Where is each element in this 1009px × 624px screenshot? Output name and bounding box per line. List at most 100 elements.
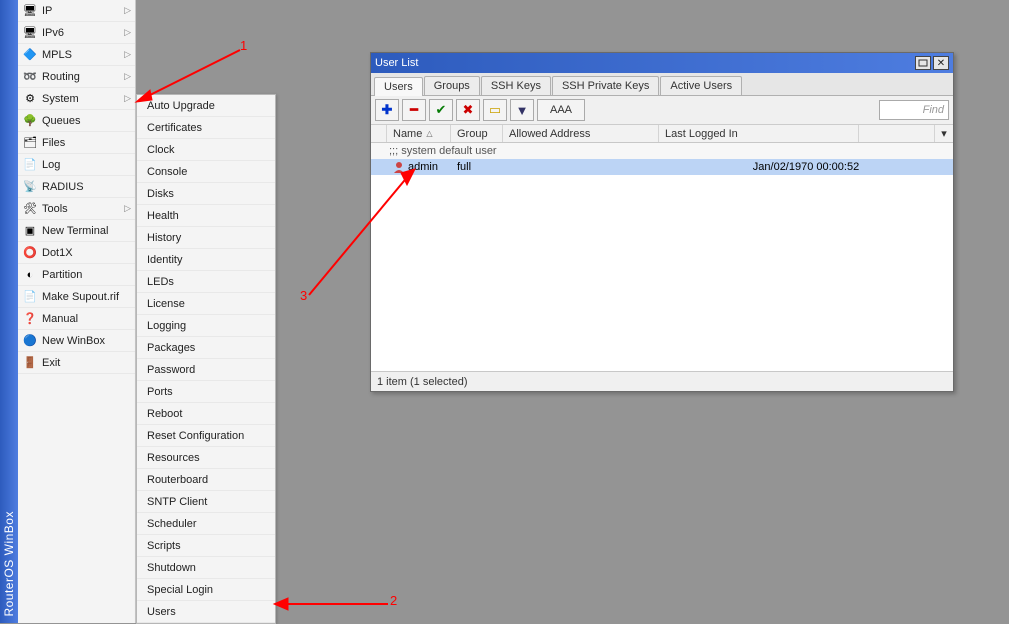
submenu-item-resources[interactable]: Resources	[137, 447, 275, 469]
rows-area: ;;; system default useradminfullJan/02/1…	[371, 143, 953, 371]
tools-icon: 🛠	[22, 201, 38, 217]
column-name[interactable]: Name△	[387, 125, 451, 142]
sidebar-item-tools[interactable]: 🛠 Tools▷	[18, 198, 135, 220]
column-spacer	[859, 125, 935, 142]
sidebar-item-label: RADIUS	[42, 181, 131, 193]
tab-ssh-private-keys[interactable]: SSH Private Keys	[552, 76, 659, 95]
files-icon: 🗂	[22, 135, 38, 151]
toolbar: ✚ ━ ✔ ✖ ▭ ▼ AAA Find	[371, 96, 953, 125]
submenu-item-health[interactable]: Health	[137, 205, 275, 227]
sidebar-item-routing[interactable]: ➿Routing▷	[18, 66, 135, 88]
table-row[interactable]: adminfullJan/02/1970 00:00:52	[371, 159, 953, 175]
app-stripe: RouterOS WinBox	[0, 0, 18, 623]
system-submenu: Auto UpgradeCertificatesClockConsoleDisk…	[136, 94, 276, 624]
submenu-item-history[interactable]: History	[137, 227, 275, 249]
minimize-button[interactable]	[915, 56, 931, 70]
log-icon: 📄	[22, 157, 38, 173]
sidebar: 🖥 IP▷🖥IPv6▷ 🔷 MPLS ▷ ➿ Routing ▷ ⚙System▷🌳Queues…	[18, 0, 136, 623]
column-last-logged-in[interactable]: Last Logged In	[659, 125, 859, 142]
submenu-item-password[interactable]: Password	[137, 359, 275, 381]
sidebar-item-radius[interactable]: 📡 RADIUS	[18, 176, 135, 198]
submenu-item-sntp-client[interactable]: SNTP Client	[137, 491, 275, 513]
submenu-item-scripts[interactable]: Scripts	[137, 535, 275, 557]
submenu-item-shutdown[interactable]: Shutdown	[137, 557, 275, 579]
submenu-item-license[interactable]: License	[137, 293, 275, 315]
tab-groups[interactable]: Groups	[424, 76, 480, 95]
chevron-right-icon: ▷	[124, 203, 131, 214]
sidebar-item-system[interactable]: ⚙System▷	[18, 88, 135, 110]
sidebar-item-new-winbox[interactable]: 🔵New WinBox	[18, 330, 135, 352]
submenu-item-scheduler[interactable]: Scheduler	[137, 513, 275, 535]
sidebar-item-log[interactable]: 📄 Log	[18, 154, 135, 176]
submenu-item-packages[interactable]: Packages	[137, 337, 275, 359]
submenu-item-reboot[interactable]: Reboot	[137, 403, 275, 425]
sidebar-item-label: IPv6	[42, 27, 122, 39]
aaa-button[interactable]: AAA	[537, 99, 585, 121]
exit-icon: 🚪	[22, 355, 38, 371]
radius-icon: 📡	[22, 179, 38, 195]
sidebar-item-ip[interactable]: 🖥 IP▷	[18, 0, 135, 22]
sidebar-item-label: Files	[42, 137, 131, 149]
routing-icon: ➿	[22, 69, 38, 85]
chevron-right-icon: ▷	[124, 5, 131, 16]
dot1x-icon: ⭕	[22, 245, 38, 261]
sidebar-item-label: MPLS	[42, 49, 122, 61]
sidebar-item-label: Manual	[42, 313, 131, 325]
filter-button[interactable]: ▼	[510, 99, 534, 121]
enable-button[interactable]: ✔	[429, 99, 453, 121]
find-input[interactable]: Find	[879, 100, 949, 120]
titlebar[interactable]: User List ✕	[371, 53, 953, 73]
sidebar-item-label: Partition	[42, 269, 131, 281]
sidebar-item-new-terminal[interactable]: ▣New Terminal	[18, 220, 135, 242]
plus-icon: ✚	[382, 102, 393, 118]
comment-button[interactable]: ▭	[483, 99, 507, 121]
tab-ssh-keys[interactable]: SSH Keys	[481, 76, 551, 95]
terminal-icon: ▣	[22, 223, 38, 239]
sidebar-item-make-supout.rif[interactable]: 📄Make Supout.rif	[18, 286, 135, 308]
ip-icon: 🖥	[22, 3, 38, 19]
mpls-icon: 🔷	[22, 47, 38, 63]
column-allowed-address[interactable]: Allowed Address	[503, 125, 659, 142]
sidebar-item-files[interactable]: 🗂 Files	[18, 132, 135, 154]
sidebar-item-label: Tools	[42, 203, 122, 215]
column-dropdown[interactable]: ▾	[935, 125, 953, 142]
partition-icon: ◐	[22, 267, 38, 283]
sidebar-item-label: Routing	[42, 71, 122, 83]
close-button[interactable]: ✕	[933, 56, 949, 70]
submenu-item-identity[interactable]: Identity	[137, 249, 275, 271]
submenu-item-ports[interactable]: Ports	[137, 381, 275, 403]
sidebar-item-queues[interactable]: 🌳Queues	[18, 110, 135, 132]
sidebar-item-ipv6[interactable]: 🖥IPv6▷	[18, 22, 135, 44]
submenu-item-leds[interactable]: LEDs	[137, 271, 275, 293]
status-text: 1 item (1 selected)	[377, 376, 467, 388]
tab-active-users[interactable]: Active Users	[660, 76, 742, 95]
disable-button[interactable]: ✖	[456, 99, 480, 121]
submenu-item-console[interactable]: Console	[137, 161, 275, 183]
submenu-item-reset-configuration[interactable]: Reset Configuration	[137, 425, 275, 447]
submenu-item-clock[interactable]: Clock	[137, 139, 275, 161]
sidebar-item-partition[interactable]: ◐ Partition	[18, 264, 135, 286]
sidebar-item-dot1x[interactable]: ⭕ Dot1X	[18, 242, 135, 264]
submenu-item-routerboard[interactable]: Routerboard	[137, 469, 275, 491]
sidebar-item-label: Exit	[42, 357, 131, 369]
column-indent	[371, 125, 387, 142]
submenu-item-logging[interactable]: Logging	[137, 315, 275, 337]
submenu-item-certificates[interactable]: Certificates	[137, 117, 275, 139]
submenu-item-special-login[interactable]: Special Login	[137, 579, 275, 601]
sidebar-item-label: Dot1X	[42, 247, 131, 259]
tab-users[interactable]: Users	[374, 77, 423, 96]
sidebar-item-label: IP	[42, 5, 122, 17]
submenu-item-users[interactable]: Users	[137, 601, 275, 623]
window-title: User List	[375, 57, 913, 69]
add-button[interactable]: ✚	[375, 99, 399, 121]
column-group[interactable]: Group	[451, 125, 503, 142]
sidebar-item-manual[interactable]: ❓Manual	[18, 308, 135, 330]
submenu-item-disks[interactable]: Disks	[137, 183, 275, 205]
cell-last-logged: Jan/02/1970 00:00:52	[659, 159, 953, 175]
sidebar-item-label: Log	[42, 159, 131, 171]
supout-icon: 📄	[22, 289, 38, 305]
sidebar-item-mpls[interactable]: 🔷MPLS▷	[18, 44, 135, 66]
queues-icon: 🌳	[22, 113, 38, 129]
sidebar-item-exit[interactable]: 🚪 Exit	[18, 352, 135, 374]
remove-button[interactable]: ━	[402, 99, 426, 121]
